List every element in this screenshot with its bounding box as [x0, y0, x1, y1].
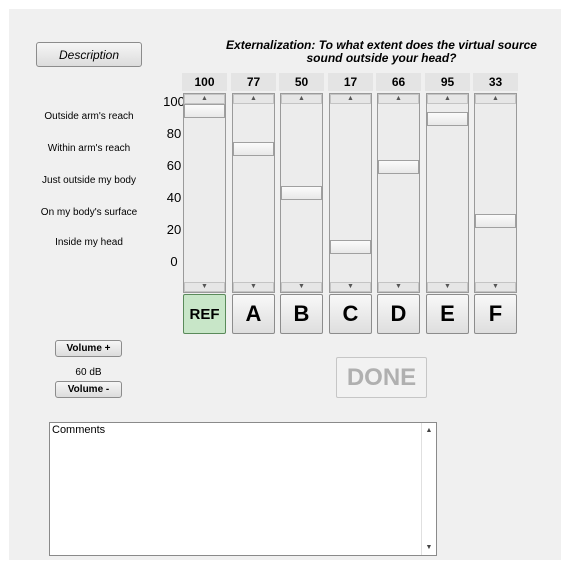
comments-scrollbar[interactable]: ▲ ▼	[421, 423, 436, 555]
done-button[interactable]: DONE	[336, 357, 427, 398]
slider-c[interactable]: 17 ▲ ▼	[328, 73, 373, 295]
slider-fill-f	[475, 227, 516, 282]
slider-track-b[interactable]: ▲ ▼	[280, 93, 323, 293]
play-button-d[interactable]: D	[377, 294, 420, 334]
comments-text[interactable]: Comments	[52, 424, 105, 436]
play-button-f[interactable]: F	[474, 294, 517, 334]
slider-ref[interactable]: 100 ▲ ▼	[182, 73, 227, 295]
play-button-b[interactable]: B	[280, 294, 323, 334]
volume-level: 60 dB	[75, 367, 102, 378]
comments-textarea[interactable]: Comments ▲ ▼	[49, 422, 437, 556]
play-button-c[interactable]: C	[329, 294, 372, 334]
play-button-a[interactable]: A	[232, 294, 275, 334]
slider-a[interactable]: 77 ▲ ▼	[231, 73, 276, 295]
slider-track-a[interactable]: ▲ ▼	[232, 93, 275, 293]
play-button-e[interactable]: E	[426, 294, 469, 334]
scale-label-just-outside-body: Just outside my body	[42, 175, 136, 186]
slider-up-arrow-icon[interactable]: ▲	[233, 94, 274, 104]
question-title: Externalization: To what extent does the…	[226, 38, 537, 65]
slider-up-arrow-icon[interactable]: ▲	[427, 94, 468, 104]
slider-fill-c	[330, 253, 371, 282]
scroll-up-icon[interactable]: ▲	[422, 427, 436, 434]
slider-down-arrow-icon[interactable]: ▼	[281, 282, 322, 292]
scale-label-within-arms-reach: Within arm's reach	[47, 143, 131, 154]
slider-value-ref: 100	[182, 73, 227, 91]
slider-thumb-c[interactable]	[330, 240, 371, 254]
slider-down-arrow-icon[interactable]: ▼	[184, 282, 225, 292]
volume-down-button[interactable]: Volume -	[55, 381, 122, 398]
slider-up-arrow-icon[interactable]: ▲	[281, 94, 322, 104]
slider-fill-d	[378, 173, 419, 282]
slider-d[interactable]: 66 ▲ ▼	[376, 73, 421, 295]
slider-thumb-ref[interactable]	[184, 104, 225, 118]
description-button[interactable]: Description	[36, 42, 142, 67]
slider-track-e[interactable]: ▲ ▼	[426, 93, 469, 293]
slider-down-arrow-icon[interactable]: ▼	[475, 282, 516, 292]
slider-up-arrow-icon[interactable]: ▲	[378, 94, 419, 104]
slider-track-ref[interactable]: ▲ ▼	[183, 93, 226, 293]
slider-thumb-b[interactable]	[281, 186, 322, 200]
slider-value-f: 33	[473, 73, 518, 91]
slider-thumb-f[interactable]	[475, 214, 516, 228]
scroll-down-icon[interactable]: ▼	[422, 544, 436, 551]
main-panel: Description Externalization: To what ext…	[9, 9, 561, 560]
volume-up-button[interactable]: Volume +	[55, 340, 122, 357]
slider-down-arrow-icon[interactable]: ▼	[233, 282, 274, 292]
slider-track-f[interactable]: ▲ ▼	[474, 93, 517, 293]
slider-down-arrow-icon[interactable]: ▼	[330, 282, 371, 292]
slider-down-arrow-icon[interactable]: ▼	[378, 282, 419, 292]
slider-track-c[interactable]: ▲ ▼	[329, 93, 372, 293]
slider-track-d[interactable]: ▲ ▼	[377, 93, 420, 293]
slider-value-a: 77	[231, 73, 276, 91]
slider-value-c: 17	[328, 73, 373, 91]
slider-fill-ref	[184, 117, 225, 282]
slider-f[interactable]: 33 ▲ ▼	[473, 73, 518, 295]
slider-value-b: 50	[279, 73, 324, 91]
slider-up-arrow-icon[interactable]: ▲	[475, 94, 516, 104]
slider-up-arrow-icon[interactable]: ▲	[330, 94, 371, 104]
slider-fill-b	[281, 199, 322, 282]
slider-fill-a	[233, 155, 274, 282]
scale-label-outside-arms-reach: Outside arm's reach	[44, 111, 134, 122]
slider-fill-e	[427, 125, 468, 282]
slider-up-arrow-icon[interactable]: ▲	[184, 94, 225, 104]
slider-value-e: 95	[425, 73, 470, 91]
slider-thumb-a[interactable]	[233, 142, 274, 156]
scale-label-body-surface: On my body's surface	[40, 207, 138, 218]
slider-thumb-d[interactable]	[378, 160, 419, 174]
slider-value-d: 66	[376, 73, 421, 91]
slider-b[interactable]: 50 ▲ ▼	[279, 73, 324, 295]
scale-label-inside-head: Inside my head	[55, 237, 123, 248]
slider-e[interactable]: 95 ▲ ▼	[425, 73, 470, 295]
slider-down-arrow-icon[interactable]: ▼	[427, 282, 468, 292]
play-button-ref[interactable]: REF	[183, 294, 226, 334]
slider-thumb-e[interactable]	[427, 112, 468, 126]
